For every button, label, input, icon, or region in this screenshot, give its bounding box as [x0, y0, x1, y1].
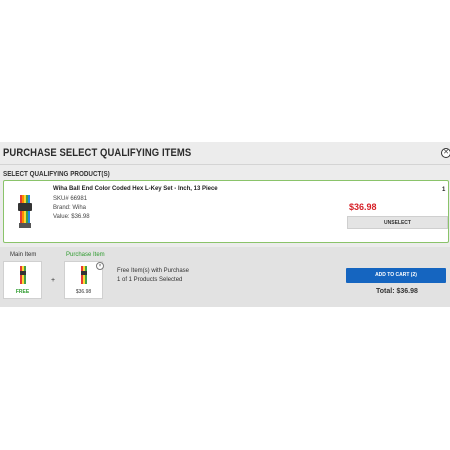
modal-header: PURCHASE SELECT QUALIFYING ITEMS ✕	[0, 142, 450, 165]
plus-sign: +	[51, 277, 56, 284]
main-item-label: Main Item	[10, 252, 37, 258]
product-card[interactable]: Wiha Ball End Color Coded Hex L-Key Set …	[3, 180, 449, 243]
unselect-button[interactable]: UNSELECT	[347, 216, 448, 229]
product-name[interactable]: Wiha Ball End Color Coded Hex L-Key Set …	[53, 186, 218, 192]
hex-key-set-icon	[81, 266, 87, 284]
close-icon[interactable]: ✕	[441, 148, 450, 158]
remove-item-icon[interactable]: ×	[96, 262, 104, 270]
qualifying-items-modal: PURCHASE SELECT QUALIFYING ITEMS ✕ SELEC…	[0, 142, 450, 307]
purchase-item-label: Purchase Item	[66, 252, 105, 258]
product-value: Value: $36.98	[53, 214, 90, 220]
add-to-cart-button[interactable]: ADD TO CART (2)	[346, 268, 446, 283]
hex-key-set-icon	[20, 266, 26, 284]
product-price: $36.98	[349, 202, 377, 212]
free-items-text: Free Item(s) with Purchase	[117, 268, 190, 274]
section-title: SELECT QUALIFYING PRODUCT(S)	[3, 171, 110, 178]
purchase-item-price: $36.98	[75, 289, 92, 295]
product-sku: SKU# 66981	[53, 196, 88, 202]
product-quantity: 1	[442, 187, 446, 193]
main-item-box: FREE	[3, 261, 42, 299]
main-item-price: FREE	[15, 289, 30, 295]
total-text: Total: $36.98	[376, 288, 418, 295]
selected-count-text: 1 of 1 Products Selected	[117, 277, 183, 283]
hex-key-set-icon	[18, 195, 32, 228]
modal-title: PURCHASE SELECT QUALIFYING ITEMS	[3, 147, 192, 159]
product-brand: Brand: Wiha	[53, 205, 87, 211]
